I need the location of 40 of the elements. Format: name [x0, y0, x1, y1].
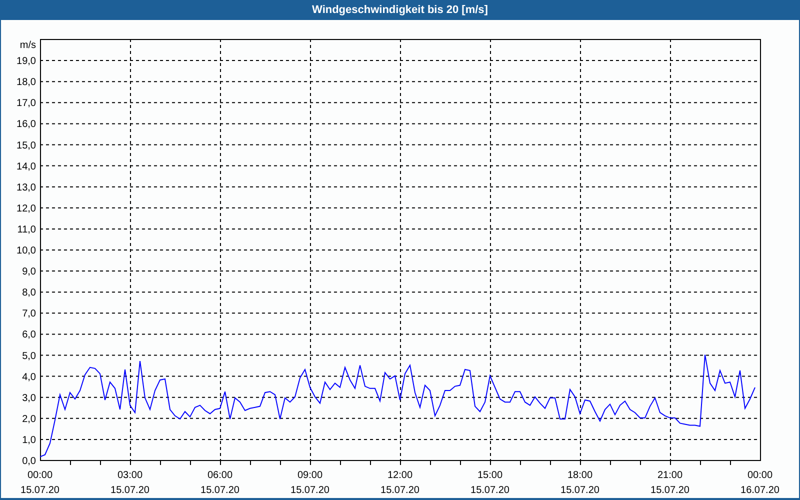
axis-tick-label: 0,0 [22, 456, 36, 467]
axis-tick-label: 15.07.20 [380, 485, 420, 496]
axis-tick-label: 03:00 [117, 470, 143, 481]
axis-tick-label: 15.07.20 [20, 485, 60, 496]
axis-tick-label: 19,0 [16, 56, 36, 68]
axis-tick-label: 5,0 [22, 350, 36, 362]
axis-unit-label: m/s [20, 40, 36, 51]
axis-tick-label: 16,0 [16, 119, 36, 130]
axis-tick-label: 15.07.20 [560, 485, 600, 496]
chart-title: Windgeschwindigkeit bis 20 [m/s] [312, 4, 488, 16]
axis-tick-label: 00:00 [27, 470, 53, 481]
axis-tick-label: 15.07.20 [650, 485, 690, 496]
axis-tick-label: 2,0 [22, 414, 36, 425]
axis-tick-label: 9,0 [22, 266, 36, 278]
axis-tick-label: 15.07.20 [290, 485, 330, 496]
axis-tick-label: 10,0 [16, 246, 36, 256]
axis-tick-label: 16.07.20 [740, 485, 780, 496]
axis-tick-label: 1,0 [22, 434, 36, 446]
axis-tick-label: 15.07.20 [200, 485, 240, 496]
axis-tick-label: 18,0 [16, 77, 36, 88]
axis-tick-label: 6,0 [22, 330, 36, 341]
axis-tick-label: 21:00 [657, 470, 683, 481]
axis-tick-label: 4,0 [22, 372, 36, 383]
axis-tick-label: 7,0 [22, 308, 36, 320]
axis-tick-label: 15,0 [16, 140, 36, 152]
axis-tick-label: 3,0 [22, 392, 36, 404]
axis-tick-label: 12:00 [387, 470, 413, 481]
axis-tick-label: 17,0 [16, 98, 36, 110]
axis-tick-label: 00:00 [747, 470, 773, 481]
axis-tick-label: 8,0 [22, 288, 36, 299]
axis-tick-label: 09:00 [297, 470, 323, 481]
axis-tick-label: 06:00 [207, 470, 233, 481]
axis-tick-label: 15.07.20 [470, 485, 510, 496]
axis-tick-label: 15.07.20 [110, 485, 150, 496]
axis-tick-label: 13,0 [16, 182, 36, 194]
axis-tick-label: 12,0 [16, 203, 36, 214]
axis-tick-label: 15:00 [477, 470, 503, 481]
axis-tick-label: 11,0 [17, 224, 36, 236]
axis-tick-label: 14,0 [16, 161, 36, 172]
axis-tick-label: 18:00 [567, 470, 593, 481]
